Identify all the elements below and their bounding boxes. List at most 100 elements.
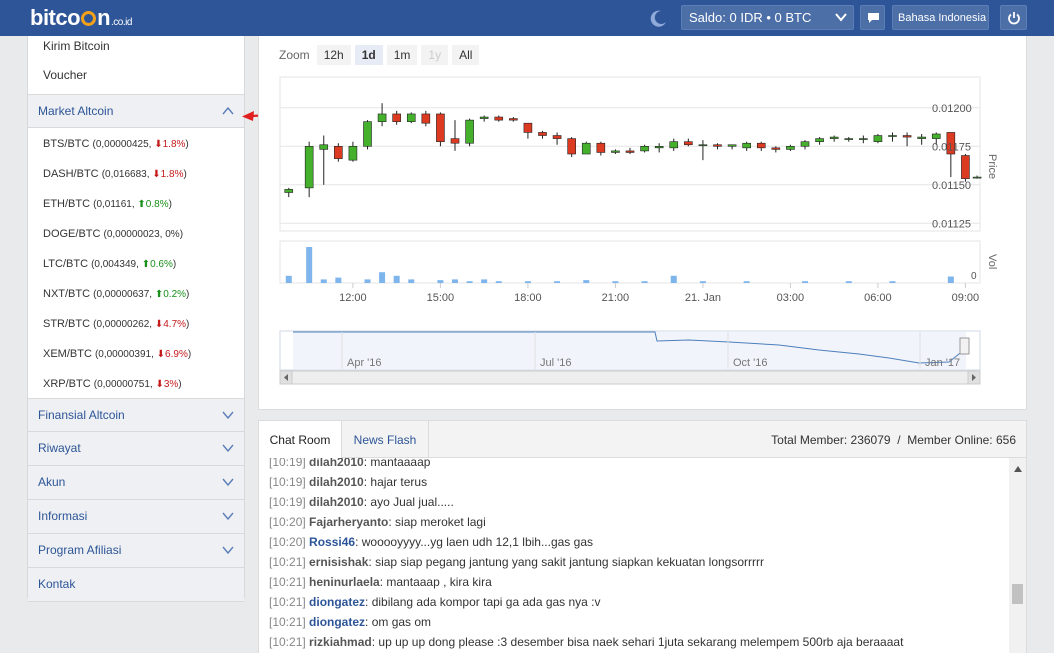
sidebar-section-market-altcoin[interactable]: Market Altcoin	[28, 94, 244, 128]
sidebar-section-informasi[interactable]: Informasi	[28, 500, 244, 534]
altcoin-item[interactable]: BTS/BTC (0,00000425, ⬇1.8%)	[28, 128, 244, 158]
candle-up	[654, 146, 664, 149]
time-tick-label: 18:00	[514, 292, 542, 304]
candle-up	[742, 142, 751, 149]
chat-nickname[interactable]: heninurlaela	[309, 575, 380, 589]
chat-message: [10:21] diongatez: om gas om	[269, 615, 432, 629]
chat-message: [10:19] dilah2010: mantaaaap	[269, 458, 430, 469]
sidebar-section-kontak[interactable]: Kontak	[28, 568, 244, 602]
chat-text: : siap siap pegang jantung yang sakit ja…	[368, 555, 764, 569]
candle-down	[684, 141, 693, 146]
price-tick-label: 0.01125	[932, 218, 971, 230]
chat-text: : om gas om	[365, 615, 432, 629]
chat-nickname[interactable]: dilah2010	[309, 475, 364, 489]
chevron-up-icon	[222, 107, 234, 115]
chat-nickname[interactable]: dilah2010	[309, 458, 364, 469]
chat-nickname[interactable]: Fajarheryanto	[309, 515, 388, 529]
price-tick-label: 0.01150	[932, 180, 971, 192]
altcoin-item[interactable]: ETH/BTC (0,01161, ⬆0.8%)	[28, 188, 244, 218]
chat-nickname[interactable]: Rossi46	[309, 535, 355, 549]
navigator-scrollbar[interactable]	[279, 370, 981, 385]
candle-up	[406, 113, 416, 122]
candle-up	[888, 135, 897, 137]
chat-nickname[interactable]: dilah2010	[309, 495, 364, 509]
change-value: ⬆0.2%	[154, 289, 187, 300]
tab-chat-room[interactable]: Chat Room	[259, 421, 342, 459]
navigator-tick-label: Oct '16	[733, 357, 768, 369]
member-stats: Total Member: 236079 / Member Online: 65…	[771, 433, 1016, 447]
chat-nickname[interactable]: rizkiahmad	[309, 635, 372, 649]
chat-panel: Chat Room News Flash Total Member: 23607…	[258, 420, 1027, 653]
altcoin-item[interactable]: LTC/BTC (0,004349, ⬆0.6%)	[28, 248, 244, 278]
candle-up	[304, 146, 314, 189]
chat-text: : wooooyyyy...yg laen udh 12,1 lbih...ga…	[355, 535, 593, 549]
volume-bar	[554, 281, 561, 283]
chat-messages[interactable]: [10:19] dilah2010: mantaaaap [10:19] dila…	[259, 458, 1026, 653]
altcoin-list: BTS/BTC (0,00000425, ⬇1.8%) DASH/BTC (0,0…	[28, 128, 244, 398]
coin-logo-icon	[81, 11, 97, 26]
chat-icon	[868, 13, 879, 23]
sidebar-section-riwayat[interactable]: Riwayat	[28, 432, 244, 466]
tab-news-flash[interactable]: News Flash	[342, 421, 429, 458]
chat-nickname[interactable]: diongatez	[309, 615, 365, 629]
candle-up	[581, 142, 591, 155]
bitcoin-logo[interactable]: bitco n.co.id	[30, 5, 132, 31]
chat-text: : mantaaap , kira kira	[379, 575, 492, 589]
volume-bar	[437, 280, 444, 283]
chevron-down-icon	[835, 13, 847, 22]
altcoin-item[interactable]: XRP/BTC (0,00000751, ⬇3%)	[28, 368, 244, 398]
altcoin-item[interactable]: DOGE/BTC (0,00000023, 0%)	[28, 218, 244, 248]
change-value: ⬇6.9%	[156, 349, 188, 360]
candle-up	[669, 141, 679, 149]
chat-text: : ayo Jual jual.....	[363, 495, 454, 509]
navigator-handle[interactable]	[959, 337, 970, 355]
candle-up	[465, 119, 474, 144]
altcoin-item[interactable]: STR/BTC (0,00000262, ⬇4.7%)	[28, 308, 244, 338]
time-tick-label: 21:00	[602, 292, 630, 304]
navigator-mask	[293, 332, 966, 369]
chat-toggle-button[interactable]	[860, 5, 885, 30]
candle-up	[873, 135, 883, 142]
candle-down	[596, 142, 606, 153]
volume-bar	[481, 279, 488, 283]
price-tick-label: 0.01200	[932, 103, 972, 115]
chat-nickname[interactable]: diongatez	[309, 595, 365, 609]
sidebar-item-kirim-bitcoin[interactable]: Kirim Bitcoin	[28, 36, 244, 65]
volume-bar	[947, 276, 954, 283]
chevron-down-icon	[222, 546, 234, 554]
candle-up	[348, 146, 358, 161]
volume-bar	[408, 279, 415, 283]
chevron-down-icon	[222, 444, 234, 452]
night-mode-icon[interactable]	[650, 9, 668, 27]
candlestick-chart[interactable]: 0.012000.011750.011500.01125 12:00 15:00 1…	[259, 36, 1028, 410]
volume-bar	[889, 281, 896, 283]
sidebar-section-akun[interactable]: Akun	[28, 466, 244, 500]
sidebar-item-voucher[interactable]: Voucher	[28, 65, 244, 94]
volume-bar	[495, 281, 502, 283]
language-button[interactable]: Bahasa Indonesia	[892, 5, 989, 30]
chat-scrollbar[interactable]	[1009, 458, 1026, 653]
chat-message: [10:20] Fajarheryanto: siap meroket lagi	[269, 515, 486, 529]
altcoin-item[interactable]: DASH/BTC (0,016683, ⬇1.8%)	[28, 158, 244, 188]
sidebar-section-program-afiliasi[interactable]: Program Afiliasi	[28, 534, 244, 568]
logout-button[interactable]	[1000, 5, 1027, 30]
volume-bar	[285, 275, 292, 283]
scroll-up-icon[interactable]	[1014, 466, 1022, 472]
volume-bar	[364, 279, 371, 283]
total-member: Total Member: 236079	[771, 433, 891, 447]
time-tick-label: 21. Jan	[685, 292, 721, 304]
chevron-down-icon	[222, 411, 234, 419]
altcoin-item[interactable]: XEM/BTC (0,00000391, ⬇6.9%)	[28, 338, 244, 368]
candles	[284, 103, 982, 198]
range-navigator[interactable]: Apr '16 Jul '16 Oct '16 Jan '17	[279, 330, 981, 385]
saldo-dropdown[interactable]: Saldo: 0 IDR • 0 BTC	[681, 5, 854, 30]
chat-nickname[interactable]: ernisishak	[309, 555, 368, 569]
candle-down	[436, 113, 445, 142]
sidebar-section-finansial-altcoin[interactable]: Finansial Altcoin	[28, 398, 244, 432]
candle-down	[421, 113, 431, 124]
candle-up	[931, 133, 941, 139]
chat-text: : siap meroket lagi	[388, 515, 486, 529]
chat-scroll-thumb[interactable]	[1012, 584, 1023, 604]
chat-message: [10:21] diongatez: dibilang ada kompor t…	[269, 595, 601, 609]
altcoin-item[interactable]: NXT/BTC (0,00000637, ⬆0.2%)	[28, 278, 244, 308]
